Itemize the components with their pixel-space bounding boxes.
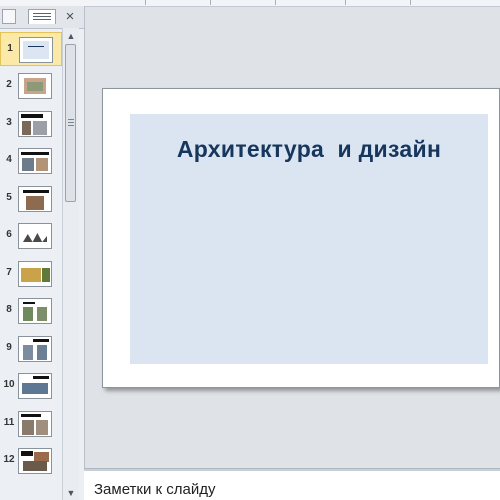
slide-thumbnail[interactable] [18,411,52,437]
ruler-tick [410,0,411,5]
slide-thumbnail-row[interactable]: 9 [0,332,62,366]
panel-tabs: × [0,6,84,29]
slide-thumbnail[interactable] [18,261,52,287]
slide-content-box[interactable]: Архитектура и дизайн [130,114,488,364]
thumbnail-scrollbar[interactable]: ▲ ▼ [62,28,79,500]
notes-pane[interactable]: Заметки к слайду [84,471,500,500]
slide-thumbnail[interactable] [18,148,52,174]
slide-thumbnail-row[interactable]: 7 [0,257,62,291]
scroll-down-arrow[interactable]: ▼ [66,488,76,498]
ruler-tick [210,0,211,5]
scroll-up-arrow[interactable]: ▲ [66,31,76,41]
slide-number: 6 [6,229,12,240]
slide-thumbnail-row[interactable]: 5 [0,182,62,216]
slide-thumbnail-row[interactable]: 6 [0,219,62,253]
slide-thumbnail[interactable] [18,336,52,362]
slides-panel: × 1 2 3 4 5 6 7 8 9 10 11 12 ▲ ▼ [0,6,85,500]
slide-number: 2 [6,79,12,90]
slide-number: 7 [6,267,12,278]
slide-title[interactable]: Архитектура и дизайн [130,136,488,163]
slide-thumbnail-row[interactable]: 2 [0,69,62,103]
outline-icon [33,13,51,22]
slide-thumbnail-row[interactable]: 3 [0,107,62,141]
notes-placeholder: Заметки к слайду [94,481,216,498]
slide-number: 10 [3,379,15,390]
slide-thumbnail[interactable] [18,73,52,99]
slide-thumbnail[interactable] [19,37,53,63]
slide-thumbnail[interactable] [18,298,52,324]
slide-number: 8 [6,304,12,315]
slide-number: 11 [3,417,15,428]
slide-thumbnail-row[interactable]: 1 [0,32,62,66]
tab-slides[interactable] [2,9,16,24]
slide-number: 1 [7,43,13,54]
slide-number: 3 [6,117,12,128]
ruler-tick [345,0,346,5]
slide-thumbnail-row[interactable]: 8 [0,294,62,328]
slide-thumbnail-row[interactable]: 11 [0,407,62,441]
close-panel-button[interactable]: × [63,9,77,24]
tab-outline[interactable] [28,9,56,24]
slide-thumbnail-row[interactable]: 4 [0,144,62,178]
slide-number: 12 [3,454,15,465]
slide-thumbnail[interactable] [18,186,52,212]
slide-thumbnail-row[interactable]: 12 [0,444,62,478]
slide-thumbnail-row[interactable]: 10 [0,369,62,403]
slide-thumbnail[interactable] [18,448,52,474]
grip-icon [68,119,74,128]
slide-number: 4 [6,154,12,165]
scrollbar-thumb[interactable] [65,44,76,202]
ruler-tick [145,0,146,5]
slide-number: 9 [6,342,12,353]
slide-thumbnail[interactable] [18,111,52,137]
slide-thumbnail[interactable] [18,373,52,399]
slide-number: 5 [6,192,12,203]
slide-thumbnail[interactable] [18,223,52,249]
slide-canvas[interactable]: Архитектура и дизайн [102,88,500,388]
ruler-tick [275,0,276,5]
